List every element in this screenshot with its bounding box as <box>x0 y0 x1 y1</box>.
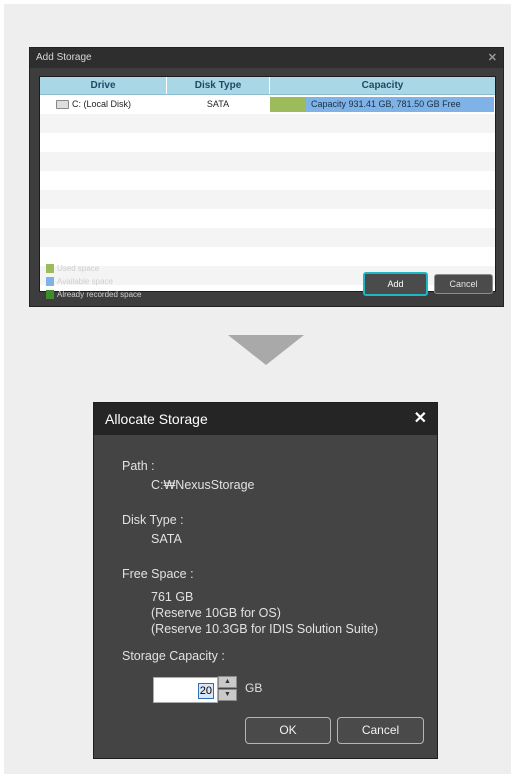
legend-label: Used space <box>57 264 100 273</box>
table-header: Drive Disk Type Capacity <box>40 77 495 95</box>
free-space-value: 761 GB <box>151 590 194 604</box>
cancel-button[interactable]: Cancel <box>434 274 493 294</box>
empty-row <box>40 209 495 228</box>
reserve-os-note: (Reserve 10GB for OS) <box>151 606 281 620</box>
add-storage-title: Add Storage <box>30 48 503 68</box>
capacity-text: Capacity 931.41 GB, 781.50 GB Free <box>311 99 461 109</box>
table-row[interactable]: C: (Local Disk) SATA Capacity 931.41 GB,… <box>40 95 495 114</box>
empty-row <box>40 152 495 171</box>
close-icon[interactable]: ✕ <box>414 403 427 435</box>
figure-panel: Add Storage ✕ Drive Disk Type Capacity C… <box>4 4 511 774</box>
disk-type-value: SATA <box>151 532 182 546</box>
disk-type-label: Disk Type : <box>122 513 184 527</box>
legend-swatch-used <box>46 264 54 273</box>
empty-row <box>40 228 495 247</box>
storage-capacity-input[interactable]: 20 <box>153 677 218 703</box>
add-storage-dialog: Add Storage ✕ Drive Disk Type Capacity C… <box>29 47 504 307</box>
drive-cell: C: (Local Disk) <box>56 95 131 114</box>
free-space-label: Free Space : <box>122 567 194 581</box>
capacity-unit: GB <box>245 681 263 695</box>
legend-available: Available space <box>46 277 113 286</box>
close-icon[interactable]: ✕ <box>488 48 497 68</box>
legend-recorded: Already recorded space <box>46 290 142 299</box>
empty-row <box>40 114 495 133</box>
empty-row <box>40 133 495 152</box>
capacity-stepper: ▲ ▼ <box>218 676 237 702</box>
column-header-disk-type[interactable]: Disk Type <box>167 77 270 94</box>
empty-row <box>40 171 495 190</box>
capacity-bar: Capacity 931.41 GB, 781.50 GB Free <box>270 97 494 112</box>
hard-disk-icon <box>56 100 69 110</box>
reserve-suite-note: (Reserve 10.3GB for IDIS Solution Suite) <box>151 622 379 636</box>
ok-button[interactable]: OK <box>245 717 331 744</box>
capacity-used-fill <box>270 97 306 112</box>
legend-label: Already recorded space <box>57 290 142 299</box>
empty-row <box>40 247 495 266</box>
legend-used: Used space <box>46 264 99 273</box>
stepper-down-icon[interactable]: ▼ <box>218 689 237 701</box>
column-header-capacity[interactable]: Capacity <box>270 77 495 94</box>
cancel-button[interactable]: Cancel <box>337 717 424 744</box>
stepper-up-icon[interactable]: ▲ <box>218 676 237 688</box>
legend-label: Available space <box>57 277 113 286</box>
allocate-storage-dialog: Allocate Storage ✕ Path : C:₩NexusStorag… <box>93 402 438 759</box>
path-label: Path : <box>122 459 155 473</box>
storage-capacity-label: Storage Capacity : <box>122 649 225 663</box>
disk-type-cell: SATA <box>206 99 230 109</box>
legend-swatch-available <box>46 277 54 286</box>
drive-name: C: (Local Disk) <box>72 99 132 109</box>
allocate-storage-title: Allocate Storage <box>94 403 437 435</box>
add-button[interactable]: Add <box>363 272 428 296</box>
down-arrow-icon <box>228 335 304 365</box>
column-header-drive[interactable]: Drive <box>40 77 167 94</box>
storage-capacity-value: 20 <box>197 683 214 699</box>
empty-row <box>40 190 495 209</box>
path-value: C:₩NexusStorage <box>151 478 255 492</box>
legend-swatch-recorded <box>46 290 54 299</box>
storage-table: Drive Disk Type Capacity C: (Local Disk)… <box>39 76 496 292</box>
